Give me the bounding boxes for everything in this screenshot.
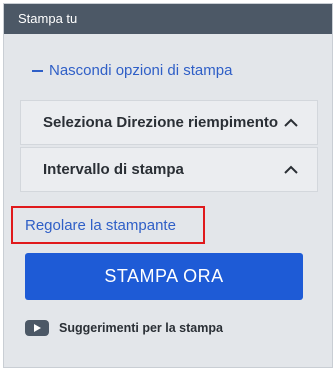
chevron-up-icon (284, 118, 298, 127)
accordion-fill-direction-label: Seleziona Direzione riempimento (43, 114, 279, 131)
video-play-icon (25, 320, 49, 336)
print-tips-link[interactable]: Suggerimenti per la stampa (25, 320, 223, 336)
print-options-accordion: Seleziona Direzione riempimento Interval… (20, 100, 318, 194)
accordion-fill-direction[interactable]: Seleziona Direzione riempimento (20, 100, 318, 145)
accordion-print-range-label: Intervallo di stampa (43, 161, 184, 178)
print-tips-label: Suggerimenti per la stampa (59, 321, 223, 335)
chevron-up-icon (284, 165, 298, 174)
minus-icon (32, 69, 43, 72)
print-panel: Stampa tu Nascondi opzioni di stampa Sel… (3, 3, 333, 368)
hide-print-options-label: Nascondi opzioni di stampa (49, 62, 233, 79)
panel-title: Stampa tu (4, 4, 332, 34)
hide-print-options-link[interactable]: Nascondi opzioni di stampa (32, 62, 232, 79)
adjust-printer-link[interactable]: Regolare la stampante (25, 217, 176, 234)
accordion-print-range[interactable]: Intervallo di stampa (20, 147, 318, 192)
print-now-button[interactable]: STAMPA ORA (25, 253, 303, 300)
